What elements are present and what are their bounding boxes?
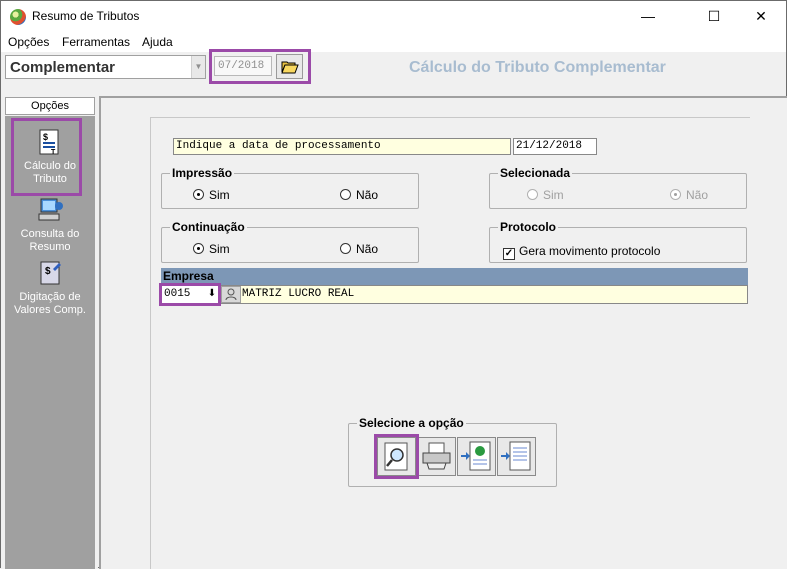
empresa-row: 0015 ⬇ MATRIZ LUCRO REAL bbox=[161, 285, 748, 304]
gera-movimento-checkbox[interactable]: ✓ Gera movimento protocolo bbox=[503, 244, 660, 260]
radio-empty-icon bbox=[340, 243, 351, 254]
menu-bar: Opções Ferramentas Ajuda bbox=[1, 32, 786, 52]
selecionada-sim-radio: Sim bbox=[527, 188, 564, 202]
impressao-sim-radio[interactable]: Sim bbox=[193, 188, 230, 202]
radio-empty-icon bbox=[527, 189, 538, 200]
folder-open-icon bbox=[280, 61, 299, 74]
options-group-title: Selecione a opção bbox=[357, 416, 466, 430]
window-title: Resumo de Tributos bbox=[32, 9, 140, 23]
period-date-field[interactable]: 07/2018 bbox=[214, 56, 272, 76]
menu-ferramentas[interactable]: Ferramentas bbox=[62, 35, 130, 49]
impressao-nao-label: Não bbox=[356, 188, 379, 202]
continuacao-title: Continuação bbox=[170, 220, 247, 234]
highlight-preview-button bbox=[374, 434, 419, 479]
impressao-title: Impressão bbox=[170, 166, 235, 180]
sidebar-item-consulta[interactable]: Consulta do Resumo bbox=[5, 196, 95, 254]
app-window: Resumo de Tributos — ☐ ✕ Opções Ferramen… bbox=[0, 0, 787, 569]
empresa-name: MATRIZ LUCRO REAL bbox=[242, 288, 355, 300]
radio-selected-icon bbox=[193, 243, 204, 254]
title-bar: Resumo de Tributos — ☐ ✕ bbox=[1, 1, 786, 32]
type-combobox-value: Complementar bbox=[10, 59, 116, 76]
export-web-button[interactable] bbox=[457, 437, 496, 476]
export-document-button[interactable] bbox=[497, 437, 536, 476]
sidebar-item-digitacao[interactable]: $ Digitação de Valores Comp. bbox=[5, 259, 95, 317]
highlight-sidebar-calculo bbox=[11, 118, 82, 196]
sidebar-item-digitacao-label1: Digitação de bbox=[19, 291, 81, 303]
toolbar: Complementar ▼ 07/2018 Cálculo do Tribut… bbox=[1, 49, 786, 89]
page-heading: Cálculo do Tributo Complementar bbox=[409, 59, 666, 76]
impressao-sim-label: Sim bbox=[209, 188, 230, 202]
processing-date-input[interactable]: 21/12/2018 bbox=[513, 138, 597, 155]
app-icon bbox=[10, 9, 26, 25]
lookup-button[interactable] bbox=[221, 286, 241, 303]
continuacao-nao-label: Não bbox=[356, 242, 379, 256]
continuacao-group: Continuação Sim Não bbox=[161, 220, 419, 263]
selecionada-group: Selecionada Sim Não bbox=[489, 166, 747, 209]
close-button[interactable]: ✕ bbox=[738, 1, 784, 32]
protocolo-group: Protocolo ✓ Gera movimento protocolo bbox=[489, 220, 747, 263]
empresa-header: Empresa bbox=[161, 268, 748, 285]
edit-document-icon: $ bbox=[35, 259, 65, 289]
export-document-icon bbox=[501, 441, 531, 471]
maximize-button[interactable]: ☐ bbox=[691, 1, 737, 32]
menu-ajuda[interactable]: Ajuda bbox=[142, 35, 173, 49]
selecionada-nao-radio: Não bbox=[670, 188, 708, 202]
sidebar-item-consulta-label2: Resumo bbox=[29, 241, 71, 253]
print-button[interactable] bbox=[417, 437, 456, 476]
processing-date-label: Indique a data de processamento bbox=[173, 138, 511, 155]
continuacao-sim-radio[interactable]: Sim bbox=[193, 242, 230, 256]
impressao-nao-radio[interactable]: Não bbox=[340, 188, 378, 202]
sidebar-item-digitacao-label2: Valores Comp. bbox=[14, 304, 86, 316]
radio-selected-icon bbox=[670, 189, 681, 200]
sidebar-item-consulta-label1: Consulta do bbox=[20, 228, 80, 240]
radio-selected-icon bbox=[193, 189, 204, 200]
person-search-icon bbox=[225, 288, 237, 301]
protocolo-title: Protocolo bbox=[498, 220, 558, 234]
open-folder-button[interactable] bbox=[276, 54, 303, 79]
computer-icon bbox=[35, 196, 65, 226]
selecionada-sim-label: Sim bbox=[543, 188, 564, 202]
sidebar: Opções $ T Cálculo do Tributo Consulta d… bbox=[1, 89, 98, 569]
type-combobox[interactable]: Complementar ▼ bbox=[5, 55, 206, 79]
printer-icon bbox=[422, 442, 451, 470]
menu-opcoes[interactable]: Opções bbox=[8, 35, 49, 49]
svg-text:$: $ bbox=[45, 266, 51, 277]
radio-empty-icon bbox=[340, 189, 351, 200]
continuacao-nao-radio[interactable]: Não bbox=[340, 242, 378, 256]
minimize-button[interactable]: — bbox=[625, 1, 671, 32]
highlight-empresa-code bbox=[159, 283, 221, 306]
continuacao-sim-label: Sim bbox=[209, 242, 230, 256]
export-web-icon bbox=[461, 441, 491, 471]
selecionada-title: Selecionada bbox=[498, 166, 573, 180]
sidebar-header[interactable]: Opções bbox=[5, 97, 95, 115]
checkmark-icon: ✓ bbox=[503, 248, 515, 260]
impressao-group: Impressão Sim Não bbox=[161, 166, 419, 209]
selecionada-nao-label: Não bbox=[686, 188, 709, 202]
chevron-down-icon[interactable]: ▼ bbox=[191, 56, 205, 78]
gera-movimento-label: Gera movimento protocolo bbox=[519, 244, 661, 258]
